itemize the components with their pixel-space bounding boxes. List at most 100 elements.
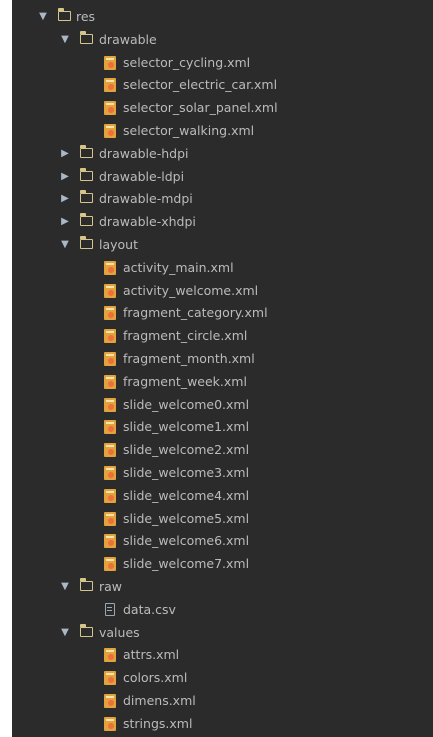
tree-file-dimens-xml[interactable]: dimens.xml (12, 690, 433, 713)
folder-label: raw (99, 578, 123, 594)
xml-file-icon (104, 329, 116, 344)
file-label: slide_welcome5.xml (123, 510, 250, 526)
tree-node-drawable-hdpi[interactable]: ▶ drawable-hdpi (12, 143, 433, 166)
tree-file-slide-welcome3-xml[interactable]: slide_welcome3.xml (12, 462, 433, 485)
file-label: slide_welcome7.xml (123, 556, 250, 572)
tree-file-fragment-week-xml[interactable]: fragment_week.xml (12, 371, 433, 394)
folder-icon (57, 8, 71, 21)
folder-label: drawable (99, 31, 157, 47)
folder-label: res (76, 9, 96, 24)
xml-file-icon (104, 374, 116, 389)
folder-icon (79, 167, 93, 181)
folder-icon (79, 30, 93, 44)
xml-file-icon (104, 693, 116, 708)
xml-file-icon (104, 465, 116, 480)
xml-file-icon (104, 123, 116, 138)
xml-file-icon (104, 397, 116, 412)
expand-arrow-icon[interactable]: ▼ (58, 29, 72, 52)
expand-arrow-icon[interactable]: ▼ (58, 576, 72, 599)
tree-file-slide-welcome7-xml[interactable]: slide_welcome7.xml (12, 553, 433, 576)
folder-label: drawable-hdpi (99, 145, 189, 161)
folder-label: drawable-xhdpi (99, 214, 196, 230)
tree-file-fragment-circle-xml[interactable]: fragment_circle.xml (12, 325, 433, 348)
tree-file-fragment-month-xml[interactable]: fragment_month.xml (12, 348, 433, 371)
file-label: fragment_month.xml (123, 350, 255, 366)
project-tree-panel: ▼ res ▼ drawable selector_cycling.xmlselecto… (12, 0, 433, 737)
file-label: slide_welcome4.xml (123, 487, 250, 503)
collapse-arrow-icon[interactable]: ▶ (58, 188, 72, 211)
tree-file-slide-welcome6-xml[interactable]: slide_welcome6.xml (12, 530, 433, 553)
tree-file-selector-walking-xml[interactable]: selector_walking.xml (12, 120, 433, 143)
file-label: attrs.xml (123, 647, 180, 663)
tree-file-selector-cycling-xml[interactable]: selector_cycling.xml (12, 52, 433, 75)
file-label: data.csv (123, 601, 176, 617)
xml-file-icon (104, 351, 116, 366)
collapse-arrow-icon[interactable]: ▶ (58, 143, 72, 166)
xml-file-icon (104, 420, 116, 435)
xml-file-icon (104, 534, 116, 549)
tree-file-strings-xml[interactable]: strings.xml (12, 713, 433, 736)
xml-file-icon (104, 716, 116, 731)
folder-icon (79, 623, 93, 637)
folder-icon (79, 577, 93, 591)
file-label: colors.xml (123, 670, 188, 686)
file-label: strings.xml (123, 715, 193, 731)
xml-file-icon (104, 306, 116, 321)
tree-node-values[interactable]: ▼ values (12, 622, 433, 645)
tree-file-data-csv[interactable]: data.csv (12, 599, 433, 622)
tree-file-colors-xml[interactable]: colors.xml (12, 667, 433, 690)
xml-file-icon (104, 443, 116, 458)
folder-icon (79, 235, 93, 249)
tree-file-fragment-category-xml[interactable]: fragment_category.xml (12, 302, 433, 325)
tree-file-slide-welcome5-xml[interactable]: slide_welcome5.xml (12, 508, 433, 531)
folder-icon (79, 144, 93, 158)
xml-file-icon (104, 283, 116, 298)
file-label: slide_welcome3.xml (123, 464, 250, 480)
folder-label: values (99, 624, 140, 640)
expand-arrow-icon[interactable]: ▼ (36, 6, 50, 29)
file-label: fragment_circle.xml (123, 328, 248, 344)
folder-label: layout (99, 236, 139, 252)
folder-label: drawable-ldpi (99, 168, 185, 184)
file-label: selector_cycling.xml (123, 54, 251, 70)
xml-file-icon (104, 55, 116, 70)
file-label: selector_walking.xml (123, 122, 255, 138)
tree-file-slide-welcome1-xml[interactable]: slide_welcome1.xml (12, 416, 433, 439)
tree-node-layout[interactable]: ▼ layout (12, 234, 433, 257)
folder-label: drawable-mdpi (99, 191, 193, 207)
file-label: fragment_category.xml (123, 305, 268, 321)
tree-node-drawable[interactable]: ▼ drawable (12, 29, 433, 52)
tree-file-selector-electric-car-xml[interactable]: selector_electric_car.xml (12, 74, 433, 97)
file-label: slide_welcome0.xml (123, 396, 250, 412)
file-label: selector_solar_panel.xml (123, 100, 278, 116)
xml-file-icon (104, 101, 116, 116)
folder-icon (79, 213, 93, 227)
tree-file-activity-main-xml[interactable]: activity_main.xml (12, 257, 433, 280)
file-label: dimens.xml (123, 692, 196, 708)
tree-file-activity-welcome-xml[interactable]: activity_welcome.xml (12, 280, 433, 303)
tree-node-raw[interactable]: ▼ raw (12, 576, 433, 599)
tree-file-slide-welcome2-xml[interactable]: slide_welcome2.xml (12, 439, 433, 462)
xml-file-icon (104, 557, 116, 572)
file-label: activity_main.xml (123, 259, 234, 275)
file-label: slide_welcome2.xml (123, 442, 250, 458)
collapse-arrow-icon[interactable]: ▶ (58, 166, 72, 189)
expand-arrow-icon[interactable]: ▼ (58, 234, 72, 257)
tree-node-drawable-xhdpi[interactable]: ▶ drawable-xhdpi (12, 211, 433, 234)
tree-file-attrs-xml[interactable]: attrs.xml (12, 644, 433, 667)
tree-file-selector-solar-panel-xml[interactable]: selector_solar_panel.xml (12, 97, 433, 120)
tree-file-slide-welcome4-xml[interactable]: slide_welcome4.xml (12, 485, 433, 508)
xml-file-icon (104, 671, 116, 686)
tree-node-drawable-ldpi[interactable]: ▶ drawable-ldpi (12, 166, 433, 189)
tree-node-drawable-mdpi[interactable]: ▶ drawable-mdpi (12, 188, 433, 211)
expand-arrow-icon[interactable]: ▼ (58, 622, 72, 645)
tree-file-slide-welcome0-xml[interactable]: slide_welcome0.xml (12, 394, 433, 417)
collapse-arrow-icon[interactable]: ▶ (58, 211, 72, 234)
folder-icon (79, 190, 93, 204)
xml-file-icon (104, 511, 116, 526)
xml-file-icon (104, 78, 116, 93)
xml-file-icon (104, 260, 116, 275)
tree-node-res[interactable]: ▼ res (12, 6, 433, 29)
project-tree: ▼ res ▼ drawable selector_cycling.xmlselecto… (12, 6, 433, 736)
file-label: slide_welcome6.xml (123, 533, 250, 549)
